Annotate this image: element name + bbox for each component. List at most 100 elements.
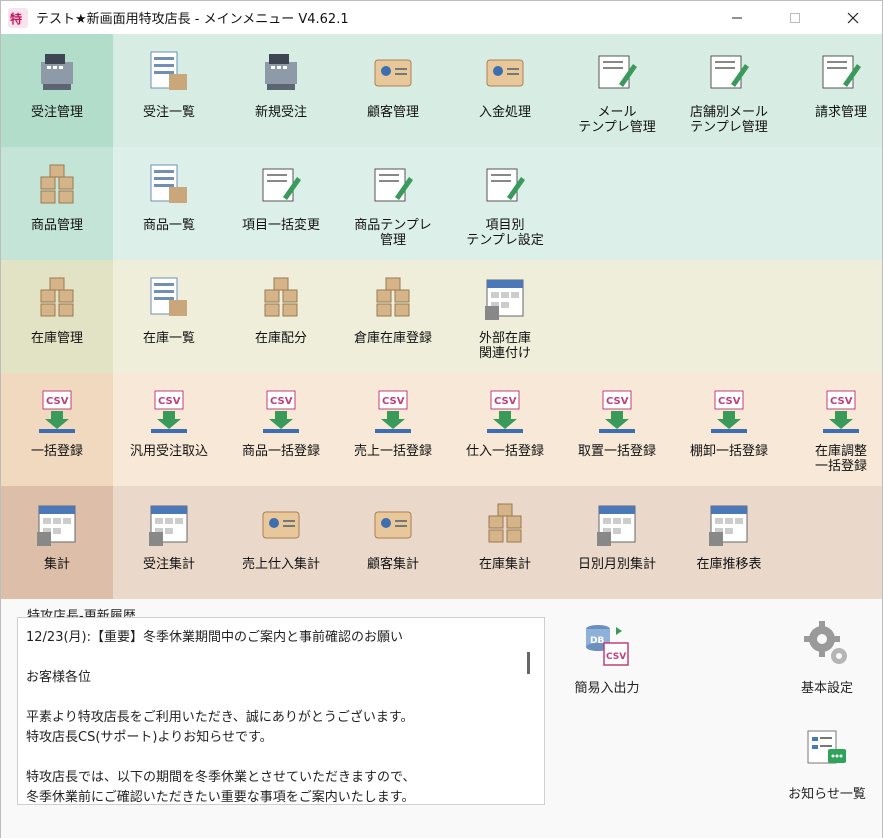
menu-button-order-6[interactable]: 店舗別メール テンプレ管理 [673, 34, 785, 147]
menu-button-stock-2[interactable]: 在庫配分 [225, 260, 337, 373]
menu-button-order-4[interactable]: 入金処理 [449, 34, 561, 147]
menu-button-label: 店舗別メール テンプレ管理 [689, 105, 768, 135]
order-import-icon: CSV [151, 390, 187, 433]
menu-button-label: 外部在庫 関連付け [478, 331, 531, 361]
menu-button-label: 売上一括登録 [353, 444, 432, 459]
menu-button-label: 在庫推移表 [696, 557, 762, 572]
menu-button-label: 顧客管理 [366, 105, 419, 120]
mail-edit-icon [598, 55, 637, 89]
menu-button-order-2[interactable]: 新規受注 [225, 34, 337, 147]
menu-button-stock-4[interactable]: 外部在庫 関連付け [449, 260, 561, 373]
menu-button-label: 商品テンプレ 管理 [354, 218, 432, 248]
shop-mail-icon [710, 55, 749, 89]
news-panel[interactable]: 12/23(月):【重要】冬季休業期間中のご案内と事前確認のお願い お客様各位 … [17, 617, 545, 805]
warehouse-icon [376, 277, 410, 317]
menu-button-product-1[interactable]: 商品一覧 [113, 147, 225, 260]
settings-button[interactable]: 基本設定 [771, 619, 883, 696]
menu-button-import-7[interactable]: CSV 在庫調整 一括登録 [785, 373, 883, 486]
minimize-button[interactable] [708, 1, 766, 34]
menu-button-label: 商品一覧 [142, 218, 195, 233]
menu-button-report-4[interactable]: 在庫集計 [449, 486, 561, 599]
purchase-import-icon: CSV [487, 390, 523, 433]
menu-button-import-4[interactable]: CSV 仕入一括登録 [449, 373, 561, 486]
menu-button-report-3[interactable]: 顧客集計 [337, 486, 449, 599]
menu-button-report-0[interactable]: 集計 [1, 486, 113, 599]
svg-text:DB: DB [590, 636, 604, 646]
sales-import-icon: CSV [375, 390, 411, 433]
maximize-button[interactable] [766, 1, 824, 34]
boxes-icon [40, 277, 74, 317]
menu-button-report-1[interactable]: 受注集計 [113, 486, 225, 599]
menu-button-import-5[interactable]: CSV 取置一括登録 [561, 373, 673, 486]
calendar-total-icon [597, 505, 636, 546]
product-import-icon: CSV [263, 390, 299, 433]
svg-text:CSV: CSV [606, 396, 629, 407]
stock-chart-icon [709, 505, 748, 546]
menu-button-stock-0[interactable]: 在庫管理 [1, 260, 113, 373]
menu-button-label: 在庫調整 一括登録 [814, 444, 867, 474]
title-bar: 特 テスト★新画面用特攻店長 - メインメニュー V4.62.1 [1, 1, 882, 35]
menu-button-report-5[interactable]: 日別月別集計 [561, 486, 673, 599]
list-register-icon [150, 51, 187, 90]
menu-button-order-3[interactable]: 顧客管理 [337, 34, 449, 147]
stock-list-icon [150, 277, 187, 316]
db-csv-icon: DB CSV [586, 625, 629, 666]
news-scrollbar[interactable] [527, 652, 530, 674]
menu-button-report-2[interactable]: 売上仕入集計 [225, 486, 337, 599]
menu-button-label: 売上仕入集計 [241, 557, 320, 572]
stock-distribute-icon [264, 277, 298, 317]
menu-button-import-0[interactable]: CSV 一括登録 [1, 373, 113, 486]
notice-list-button[interactable]: お知らせ一覧 [771, 725, 883, 802]
menu-button-product-2[interactable]: 項目一括変更 [225, 147, 337, 260]
menu-button-import-2[interactable]: CSV 商品一括登録 [225, 373, 337, 486]
notice-list-icon [807, 730, 846, 764]
register-icon [41, 54, 73, 90]
menu-button-label: 商品管理 [30, 218, 83, 233]
menu-button-order-1[interactable]: 受注一覧 [113, 34, 225, 147]
menu-button-label: 在庫配分 [254, 331, 307, 346]
caption-template-icon [486, 168, 525, 202]
menu-button-report-6[interactable]: 在庫推移表 [673, 486, 785, 599]
order-total-icon [149, 505, 188, 546]
menu-button-import-1[interactable]: CSV 汎用受注取込 [113, 373, 225, 486]
edit-document-icon [262, 168, 301, 202]
svg-text:CSV: CSV [270, 396, 293, 407]
product-list-icon [150, 164, 187, 203]
menu-button-label: 日別月別集計 [577, 557, 656, 572]
svg-text:CSV: CSV [46, 396, 69, 407]
menu-button-label: 項目別 テンプレ設定 [466, 218, 544, 248]
menu-button-label: 請求管理 [814, 105, 867, 120]
menu-button-label: メール テンプレ管理 [578, 105, 656, 135]
menu-button-label: 一括登録 [30, 444, 83, 459]
menu-button-label: 在庫一覧 [142, 331, 195, 346]
menu-button-label: 受注管理 [30, 105, 83, 120]
menu-button-import-3[interactable]: CSV 売上一括登録 [337, 373, 449, 486]
csv-import-icon: CSV [39, 390, 75, 433]
app-logo-icon: 特 [8, 7, 28, 28]
menu-button-label: 棚卸一括登録 [689, 444, 768, 459]
menu-button-label: 受注集計 [142, 557, 195, 572]
menu-button-stock-1[interactable]: 在庫一覧 [113, 260, 225, 373]
menu-button-order-7[interactable]: 請求管理 [785, 34, 883, 147]
menu-button-import-6[interactable]: CSV 棚卸一括登録 [673, 373, 785, 486]
external-stock-icon [485, 279, 524, 320]
menu-button-order-5[interactable]: メール テンプレ管理 [561, 34, 673, 147]
import-export-button[interactable]: DB CSV 簡易入出力 [551, 619, 663, 696]
close-button[interactable] [824, 1, 882, 34]
menu-button-order-0[interactable]: 受注管理 [1, 34, 113, 147]
menu-button-label: 在庫集計 [478, 557, 531, 572]
menu-button-label: 集計 [43, 557, 70, 572]
template-brush-icon [374, 168, 413, 202]
menu-button-label: 倉庫在庫登録 [353, 331, 432, 346]
menu-button-label: 汎用受注取込 [129, 444, 208, 459]
svg-text:CSV: CSV [382, 396, 405, 407]
menu-button-product-4[interactable]: 項目別 テンプレ設定 [449, 147, 561, 260]
menu-button-stock-3[interactable]: 倉庫在庫登録 [337, 260, 449, 373]
customer-total-icon [374, 511, 412, 539]
menu-button-label: 顧客集計 [366, 557, 419, 572]
menu-button-product-3[interactable]: 商品テンプレ 管理 [337, 147, 449, 260]
register-add-icon [265, 54, 297, 90]
ledger-calculator-icon [37, 505, 76, 546]
svg-text:CSV: CSV [830, 396, 853, 407]
menu-button-product-0[interactable]: 商品管理 [1, 147, 113, 260]
